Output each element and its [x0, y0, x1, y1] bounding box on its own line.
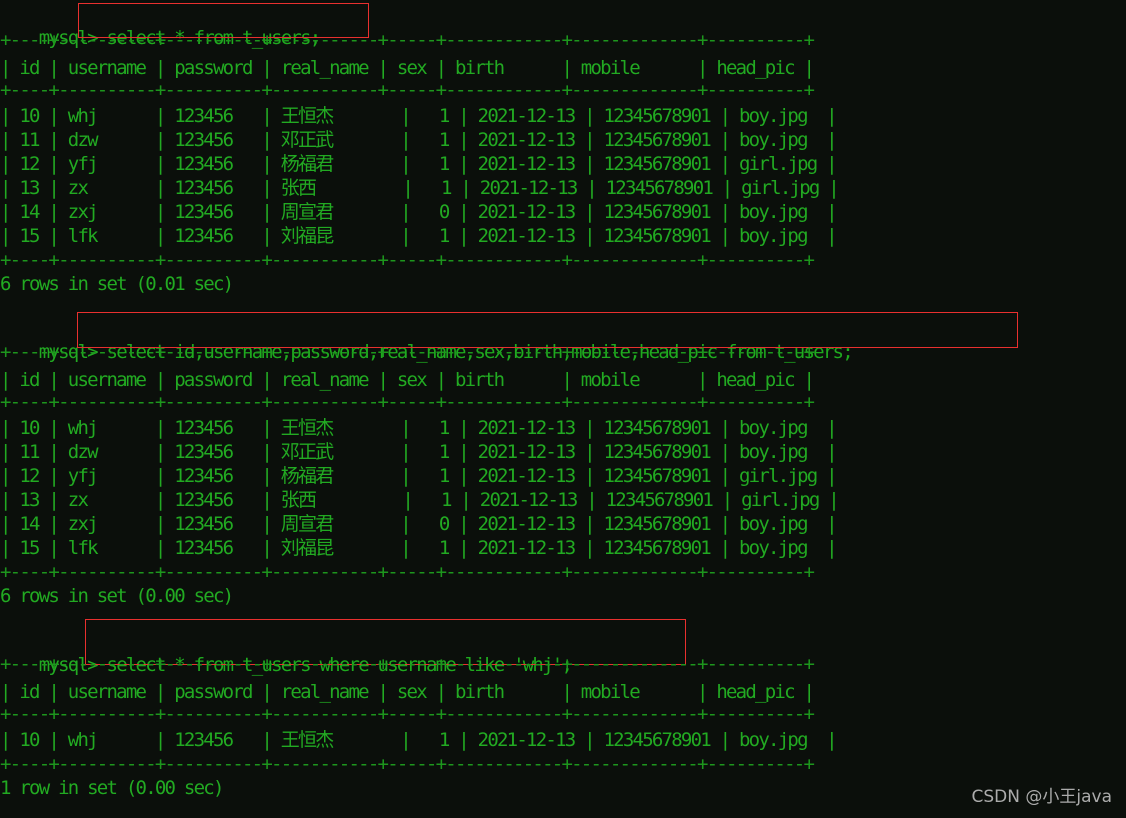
table-row: | 11 | dzw | 123456 | 邓正武 | 1 | 2021-12-…: [0, 129, 838, 151]
table-2-separator-bottom: +----+----------+----------+-----------+…: [0, 561, 815, 583]
table-3-separator-mid: +----+----------+----------+-----------+…: [0, 703, 815, 725]
table-2-separator-mid: +----+----------+----------+-----------+…: [0, 391, 815, 413]
table-row: | 15 | lfk | 123456 | 刘福昆 | 1 | 2021-12-…: [0, 537, 838, 559]
table-row: | 12 | yfj | 123456 | 杨福君 | 1 | 2021-12-…: [0, 465, 838, 487]
table-3-header-row: | id | username | password | real_name |…: [0, 681, 815, 703]
table-3-separator-bottom: +----+----------+----------+-----------+…: [0, 753, 815, 775]
result-status-3: 1 row in set (0.00 sec): [0, 777, 224, 799]
table-row: | 11 | dzw | 123456 | 邓正武 | 1 | 2021-12-…: [0, 441, 838, 463]
csdn-watermark: CSDN @小王java: [971, 787, 1113, 807]
result-status-1: 6 rows in set (0.01 sec): [0, 273, 234, 295]
table-1-separator-top: +----+----------+----------+-----------+…: [0, 29, 815, 51]
table-1-separator-mid: +----+----------+----------+-----------+…: [0, 79, 815, 101]
table-row: | 10 | whj | 123456 | 王恒杰 | 1 | 2021-12-…: [0, 729, 838, 751]
table-1-header-row: | id | username | password | real_name |…: [0, 57, 815, 79]
table-1-separator-bottom: +----+----------+----------+-----------+…: [0, 249, 815, 271]
table-3-separator-top: +----+----------+----------+-----------+…: [0, 653, 815, 675]
mysql-terminal: mysql> select * from t_users; +----+----…: [0, 0, 1126, 818]
result-status-2: 6 rows in set (0.00 sec): [0, 585, 234, 607]
table-row: | 10 | whj | 123456 | 王恒杰 | 1 | 2021-12-…: [0, 417, 838, 439]
table-row: | 13 | zx | 123456 | 张西 | 1 | 2021-12-13…: [0, 177, 840, 199]
table-row: | 12 | yfj | 123456 | 杨福君 | 1 | 2021-12-…: [0, 153, 838, 175]
table-row: | 14 | zxj | 123456 | 周宣君 | 0 | 2021-12-…: [0, 513, 838, 535]
table-row: | 14 | zxj | 123456 | 周宣君 | 0 | 2021-12-…: [0, 201, 838, 223]
table-row: | 15 | lfk | 123456 | 刘福昆 | 1 | 2021-12-…: [0, 225, 838, 247]
table-2-separator-top: +----+----------+----------+-----------+…: [0, 341, 815, 363]
table-row: | 10 | whj | 123456 | 王恒杰 | 1 | 2021-12-…: [0, 105, 838, 127]
table-2-header-row: | id | username | password | real_name |…: [0, 369, 815, 391]
table-row: | 13 | zx | 123456 | 张西 | 1 | 2021-12-13…: [0, 489, 840, 511]
